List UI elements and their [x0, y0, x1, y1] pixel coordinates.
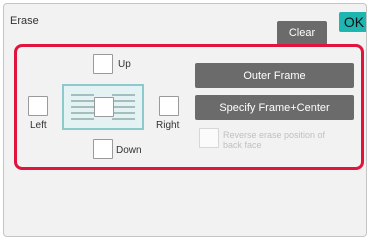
left-checkbox[interactable] [28, 96, 48, 116]
dialog-title: Erase [10, 15, 39, 27]
erase-dialog: Erase Clear OK Up Left Right Down Outer … [3, 3, 367, 237]
up-label: Up [118, 59, 131, 70]
reverse-erase-label: Reverse erase position of back face [223, 130, 326, 150]
right-label: Right [156, 120, 180, 131]
down-checkbox[interactable] [93, 139, 113, 159]
outer-frame-button[interactable]: Outer Frame [195, 63, 354, 88]
ok-button[interactable]: OK [339, 12, 366, 32]
up-checkbox[interactable] [93, 54, 113, 74]
specify-frame-center-button[interactable]: Specify Frame+Center [195, 95, 354, 120]
reverse-erase-checkbox[interactable] [199, 128, 219, 148]
down-label: Down [116, 145, 142, 156]
right-checkbox[interactable] [159, 96, 179, 116]
left-label: Left [30, 120, 47, 131]
center-checkbox[interactable] [94, 97, 114, 117]
clear-button[interactable]: Clear [277, 21, 327, 45]
